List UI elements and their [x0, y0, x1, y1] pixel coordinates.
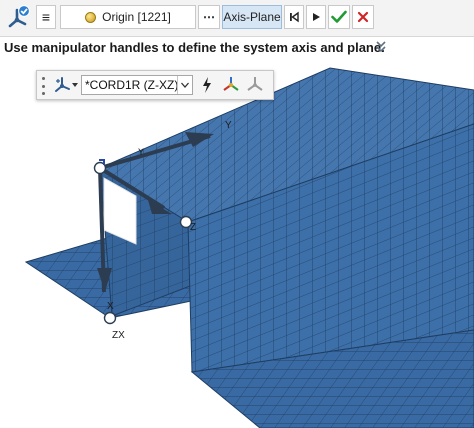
origin-button[interactable]: Origin [1221]	[60, 5, 196, 29]
more-button[interactable]: ⋯	[198, 5, 220, 29]
axis-plane-label: Axis-Plane	[223, 10, 281, 24]
y-axis-label: Y	[225, 120, 232, 131]
system-microdialog: *CORD1R (Z-XZ)	[36, 70, 274, 100]
grip-icon[interactable]	[41, 77, 45, 95]
x-axis-handle[interactable]	[103, 311, 117, 325]
system-type-select[interactable]: *CORD1R (Z-XZ)	[81, 75, 193, 95]
play-icon	[313, 13, 320, 21]
toolbar: ≡ Origin [1221] ⋯ Axis-Plane	[0, 0, 474, 37]
origin-label: Origin [1221]	[102, 10, 171, 24]
menu-icon: ≡	[41, 9, 51, 25]
y-axis-small-label: Y	[138, 147, 145, 157]
select-arrow-icon	[177, 76, 192, 94]
mesh-scene[interactable]	[0, 62, 474, 428]
check-icon	[331, 10, 347, 23]
triad-gray-icon[interactable]	[245, 75, 265, 95]
system-type-value: *CORD1R (Z-XZ)	[85, 78, 179, 92]
flip-icon[interactable]	[197, 75, 217, 95]
graphics-viewport[interactable]: Y Y Z X ZX	[0, 62, 474, 428]
apply-button[interactable]	[328, 5, 350, 29]
skip-back-icon	[290, 11, 299, 23]
origin-icon	[85, 11, 97, 23]
cancel-button[interactable]	[352, 5, 374, 29]
play-button[interactable]	[306, 5, 326, 29]
axis-type-icon[interactable]	[53, 75, 73, 95]
zx-plane-label: ZX	[112, 330, 125, 341]
instruction-text: Use manipulator handles to define the sy…	[4, 40, 385, 55]
more-icon: ⋯	[203, 10, 215, 24]
chevron-down-icon[interactable]	[71, 75, 79, 95]
menu-button[interactable]: ≡	[36, 5, 56, 29]
z-axis-label: Z	[190, 222, 197, 233]
triad-color-icon[interactable]	[221, 75, 241, 95]
skip-back-button[interactable]	[284, 5, 304, 29]
x-axis-label: X	[107, 301, 114, 312]
system-tool-icon[interactable]	[4, 3, 32, 31]
close-icon	[357, 11, 369, 23]
axis-plane-button[interactable]: Axis-Plane	[222, 5, 282, 29]
expand-chevron-icon[interactable]	[374, 40, 388, 56]
